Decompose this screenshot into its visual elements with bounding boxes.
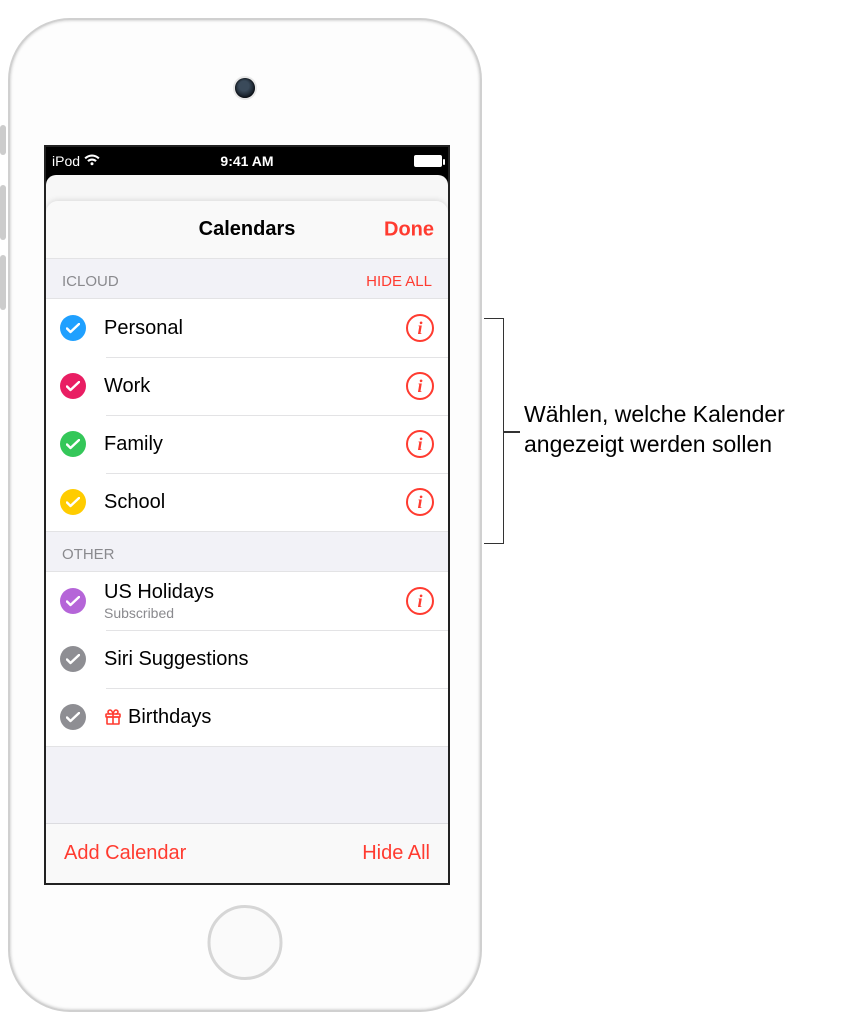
- device-volume-down-button: [0, 255, 6, 310]
- calendar-label: Siri Suggestions: [104, 648, 434, 671]
- gift-icon: [104, 708, 122, 726]
- calendar-label: US Holidays: [104, 581, 406, 604]
- annotation-line2: angezeigt werden sollen: [524, 431, 772, 457]
- hide-all-button[interactable]: Hide All: [362, 842, 430, 865]
- device-physical-button: [0, 125, 6, 155]
- sheet-title: Calendars: [199, 218, 296, 241]
- sheet-header: Calendars Done: [46, 201, 448, 259]
- carrier-label: iPod: [52, 153, 80, 169]
- add-calendar-button[interactable]: Add Calendar: [64, 842, 186, 865]
- hide-all-icloud-button[interactable]: HIDE ALL: [366, 273, 432, 290]
- calendar-label: School: [104, 491, 406, 514]
- info-icon[interactable]: i: [406, 430, 434, 458]
- checkmark-icon: [60, 704, 86, 730]
- checkmark-icon: [60, 315, 86, 341]
- device-camera: [235, 78, 255, 98]
- calendar-row-personal[interactable]: Personal i: [46, 299, 448, 357]
- calendar-label: Family: [104, 433, 406, 456]
- device-volume-up-button: [0, 185, 6, 240]
- bottom-toolbar: Add Calendar Hide All: [46, 823, 448, 883]
- checkmark-icon: [60, 431, 86, 457]
- annotation-line1: Wählen, welche Kalender: [524, 401, 785, 427]
- checkmark-icon: [60, 489, 86, 515]
- calendar-label: Birthdays: [128, 706, 211, 729]
- info-icon[interactable]: i: [406, 372, 434, 400]
- calendar-row-school[interactable]: School i: [46, 473, 448, 531]
- calendar-label: Personal: [104, 317, 406, 340]
- calendar-row-us-holidays[interactable]: US Holidays Subscribed i: [46, 572, 448, 630]
- battery-icon: [414, 155, 442, 167]
- status-bar: iPod 9:41 AM: [46, 147, 448, 175]
- home-button[interactable]: [208, 905, 283, 980]
- clock-label: 9:41 AM: [220, 153, 273, 169]
- device-frame: iPod 9:41 AM Calendars Done ICLOUD HIDE …: [10, 20, 480, 1010]
- section-other-title: OTHER: [62, 546, 115, 563]
- checkmark-icon: [60, 373, 86, 399]
- screen: iPod 9:41 AM Calendars Done ICLOUD HIDE …: [44, 145, 450, 885]
- wifi-icon: [84, 153, 100, 169]
- section-other: OTHER US Holidays Subscribed i: [46, 532, 448, 747]
- calendar-sublabel: Subscribed: [104, 605, 406, 621]
- calendar-label: Work: [104, 375, 406, 398]
- checkmark-icon: [60, 646, 86, 672]
- calendars-sheet: Calendars Done ICLOUD HIDE ALL Personal …: [46, 201, 448, 883]
- info-icon[interactable]: i: [406, 488, 434, 516]
- checkmark-icon: [60, 588, 86, 614]
- calendar-row-siri-suggestions[interactable]: Siri Suggestions: [46, 630, 448, 688]
- section-icloud: ICLOUD HIDE ALL Personal i: [46, 259, 448, 532]
- done-button[interactable]: Done: [384, 218, 434, 241]
- info-icon[interactable]: i: [406, 587, 434, 615]
- calendar-row-family[interactable]: Family i: [46, 415, 448, 473]
- calendar-row-work[interactable]: Work i: [46, 357, 448, 415]
- info-icon[interactable]: i: [406, 314, 434, 342]
- calendar-row-birthdays[interactable]: Birthdays: [46, 688, 448, 746]
- section-icloud-title: ICLOUD: [62, 273, 119, 290]
